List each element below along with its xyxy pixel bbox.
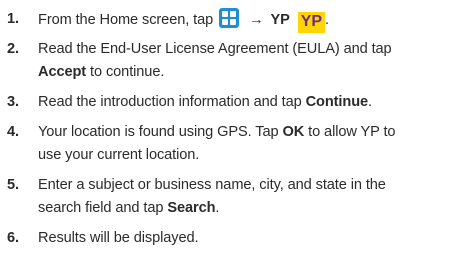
step-text: Read the introduction information and ta… <box>38 91 471 114</box>
step-line-2: use your current location. <box>38 147 200 163</box>
step-text-after: to continue. <box>86 64 165 80</box>
arrow-right-icon: → <box>249 12 264 28</box>
step-3: 3. Read the introduction information and… <box>0 91 471 114</box>
step-text-before: From the Home screen, tap <box>38 12 214 28</box>
step-line-2: Accept to continue. <box>38 61 471 84</box>
step-bold-label: OK <box>282 124 305 140</box>
step-text-before: Read the introduction information and ta… <box>38 94 306 110</box>
step-text: From the Home screen, tap → YP YP. <box>38 8 471 33</box>
step-number: 6. <box>7 230 19 246</box>
step-line-1: Your location is found using GPS. Tap OK… <box>38 121 471 144</box>
instruction-list: 1. From the Home screen, tap → YP YP. 2.… <box>0 0 471 278</box>
step-text: Your location is found using GPS. Tap OK… <box>38 121 471 167</box>
step-text: Results will be displayed. <box>38 230 199 246</box>
step-text-after: . <box>215 200 220 216</box>
step-bold-label: Accept <box>38 64 87 80</box>
step-2: 2. Read the End-User License Agreement (… <box>0 38 471 84</box>
step-text: Read the End-User License Agreement (EUL… <box>38 38 471 84</box>
yp-app-icon: YP <box>297 12 325 33</box>
apps-grid-icon <box>219 8 240 28</box>
step-text-after: . <box>324 12 329 28</box>
step-text-before: search field and tap <box>38 200 168 216</box>
step-line-1: Read the End-User License Agreement (EUL… <box>38 41 392 57</box>
step-line-2: search field and tap Search. <box>38 197 471 220</box>
step-text-before: Your location is found using GPS. Tap <box>38 124 283 140</box>
step-number: 4. <box>7 124 19 140</box>
step-bold-label: Search <box>167 200 216 216</box>
step-number: 5. <box>7 177 19 193</box>
step-6: 6. Results will be displayed. <box>0 227 471 250</box>
step-4: 4. Your location is found using GPS. Tap… <box>0 121 471 167</box>
step-bold-label: YP <box>270 12 290 28</box>
step-text: Enter a subject or business name, city, … <box>38 174 471 220</box>
step-5: 5. Enter a subject or business name, cit… <box>0 174 471 220</box>
step-line-1: Enter a subject or business name, city, … <box>38 177 386 193</box>
step-number: 2. <box>7 41 19 57</box>
step-number: 1. <box>7 11 19 27</box>
step-text-after: . <box>368 94 372 110</box>
step-bold-label: Continue <box>305 94 369 110</box>
step-number: 3. <box>7 94 19 110</box>
step-1: 1. From the Home screen, tap → YP YP. <box>0 8 471 33</box>
step-text-after: to allow YP to <box>304 124 396 140</box>
